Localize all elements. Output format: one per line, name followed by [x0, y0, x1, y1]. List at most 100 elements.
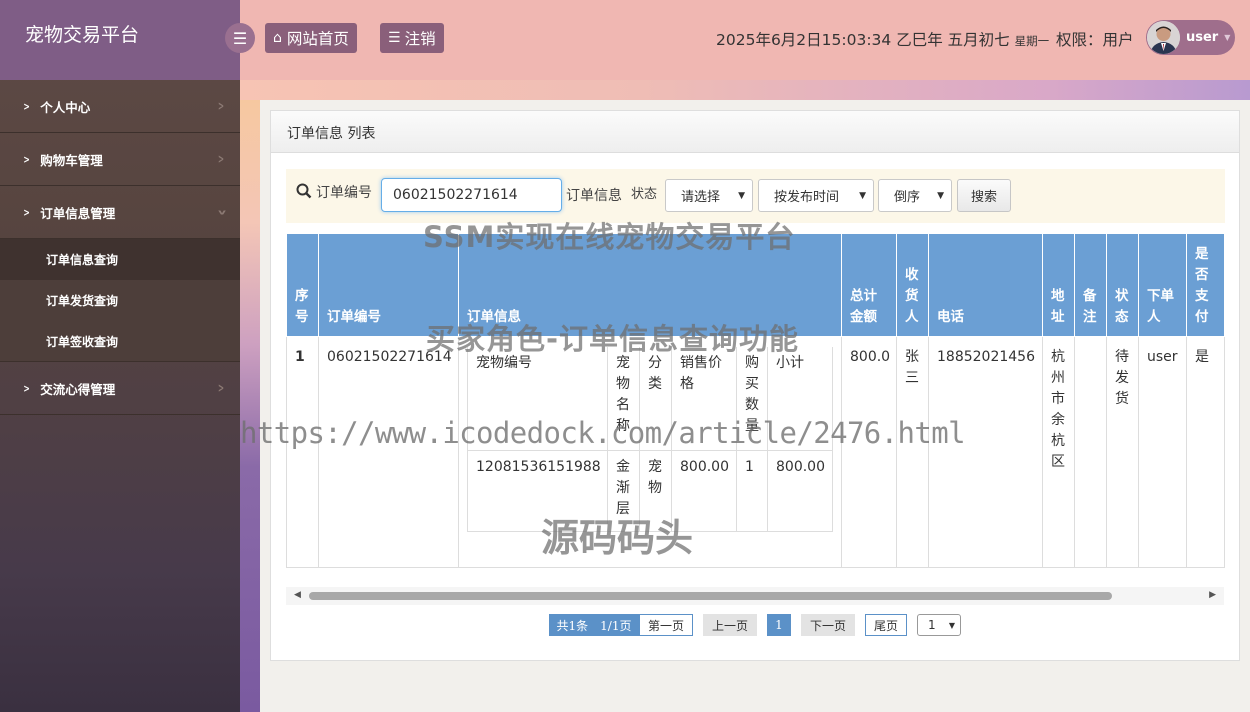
- cell-phone: 18852021456: [928, 336, 1043, 568]
- chevron-down-icon: ▼: [937, 190, 944, 201]
- scrollbar-thumb[interactable]: [309, 592, 1112, 600]
- order-direction-value: 倒序: [894, 190, 921, 205]
- col-header-order-no[interactable]: 订单编号: [318, 233, 459, 337]
- pager-first[interactable]: 第一页: [639, 614, 693, 636]
- chevron-right-icon: >: [23, 99, 30, 113]
- order-items-table: 宠物编号 宠物名称 分类 销售价格 购买数量 小计 12081536151988…: [467, 347, 833, 532]
- order-direction-select[interactable]: 倒序 ▼: [878, 179, 952, 212]
- col-header-total[interactable]: 总计金额: [841, 233, 897, 337]
- status-select-value: 请选择: [681, 190, 721, 205]
- cell-paid: 是: [1186, 336, 1225, 568]
- chevron-down-icon: ▼: [948, 620, 955, 630]
- items-header-pet-no: 宠物编号: [467, 347, 608, 451]
- sidebar-item-label: 交流心得管理: [40, 381, 116, 397]
- col-header-receiver[interactable]: 收货人: [896, 233, 929, 337]
- order-no-input[interactable]: [381, 178, 562, 212]
- table-header-row: 序号 订单编号 订单信息 总计金额 收货人 电话 地址 备注 状态 下单人 是否…: [286, 233, 1225, 337]
- order-table: 序号 订单编号 订单信息 总计金额 收货人 电话 地址 备注 状态 下单人 是否…: [286, 233, 1225, 568]
- pager-current[interactable]: 1: [767, 614, 791, 636]
- weekday-text: 星期一: [1014, 34, 1050, 48]
- chevron-down-icon: v: [218, 207, 226, 217]
- home-button[interactable]: ⌂ 网站首页: [265, 23, 357, 53]
- chevron-right-icon: >: [23, 152, 30, 166]
- item-subtotal: 800.00: [767, 449, 833, 532]
- menu-toggle-icon[interactable]: ☰: [225, 23, 255, 53]
- col-header-status[interactable]: 状态: [1106, 233, 1139, 337]
- pager-summary: 共1条 1/1页: [549, 614, 639, 636]
- page-select[interactable]: 1 ▼: [917, 614, 961, 636]
- cell-order-info: 宠物编号 宠物名称 分类 销售价格 购买数量 小计 12081536151988…: [458, 336, 842, 568]
- col-header-remark[interactable]: 备注: [1074, 233, 1107, 337]
- col-header-buyer[interactable]: 下单人: [1138, 233, 1187, 337]
- col-header-address[interactable]: 地址: [1042, 233, 1075, 337]
- chevron-right-icon: >: [23, 205, 30, 219]
- user-menu[interactable]: user ▼: [1146, 20, 1235, 55]
- chevron-right-icon: >: [217, 381, 224, 395]
- col-header-order-info[interactable]: 订单信息: [458, 233, 842, 337]
- items-row: 12081536151988 金渐层 宠物 800.00 1 800.00: [467, 449, 833, 532]
- status-label: 状态: [631, 187, 658, 202]
- sidebar-item-cart[interactable]: > 购物车管理 >: [0, 133, 240, 186]
- items-header-pet-name: 宠物名称: [607, 347, 640, 451]
- cell-total: 800.0: [841, 336, 897, 568]
- sidebar-item-label: 购物车管理: [40, 152, 103, 168]
- home-button-label: 网站首页: [286, 30, 349, 48]
- items-header-row: 宠物编号 宠物名称 分类 销售价格 购买数量 小计: [467, 347, 833, 451]
- col-header-paid[interactable]: 是否支付: [1186, 233, 1225, 337]
- chevron-right-icon: >: [217, 99, 224, 113]
- sort-select-value: 按发布时间: [774, 190, 840, 205]
- brand-title: 宠物交易平台: [0, 0, 240, 80]
- order-no-label: 订单编号: [316, 185, 372, 201]
- datetime-text: 2025年6月2日15:03:34 乙巳年 五月初七: [716, 31, 1010, 49]
- sidebar-item-experience[interactable]: > 交流心得管理 >: [0, 362, 240, 415]
- items-header-qty: 购买数量: [736, 347, 768, 451]
- pager-next[interactable]: 下一页: [801, 614, 855, 636]
- order-list-panel: 订单信息 列表 订单编号 订单信息 状态 请选择 ▼ 按发布时间 ▼ 倒序 ▼ …: [270, 110, 1240, 661]
- header-stripe: [240, 80, 1250, 100]
- items-header-price: 销售价格: [671, 347, 737, 451]
- chevron-down-icon: ▼: [738, 190, 745, 201]
- search-bar: 订单编号 订单信息 状态 请选择 ▼ 按发布时间 ▼ 倒序 ▼ 搜索: [286, 169, 1225, 223]
- cell-index: 1: [286, 336, 319, 568]
- role-display: 权限：用户: [1056, 31, 1134, 49]
- avatar: [1147, 21, 1180, 54]
- caret-down-icon: ▼: [1224, 33, 1231, 42]
- logout-button[interactable]: ☰ 注销: [380, 23, 444, 53]
- list-icon: ☰: [388, 30, 401, 46]
- items-header-category: 分类: [639, 347, 672, 451]
- col-header-index[interactable]: 序号: [286, 233, 319, 337]
- item-qty: 1: [736, 449, 768, 532]
- sidebar-item-orders[interactable]: > 订单信息管理 v: [0, 186, 240, 239]
- search-icon: [296, 183, 312, 203]
- item-pet-name: 金渐层: [607, 449, 640, 532]
- sidebar-item-label: 个人中心: [40, 99, 91, 115]
- horizontal-scrollbar[interactable]: ◀ ▶: [286, 587, 1224, 605]
- sidebar-item-label: 订单信息管理: [40, 205, 116, 221]
- chevron-right-icon: >: [217, 152, 224, 166]
- cell-status: 待发货: [1106, 336, 1139, 568]
- sidebar-subitem-receipt-query[interactable]: 订单签收查询: [0, 321, 240, 362]
- cell-remark: [1074, 336, 1107, 568]
- chevron-right-icon: >: [23, 381, 30, 395]
- home-icon: ⌂: [273, 30, 282, 46]
- item-price: 800.00: [671, 449, 737, 532]
- item-category: 宠物: [639, 449, 672, 532]
- sort-select[interactable]: 按发布时间 ▼: [758, 179, 874, 212]
- search-button[interactable]: 搜索: [957, 179, 1011, 212]
- cell-address: 杭州市余杭区: [1042, 336, 1075, 568]
- pager-prev[interactable]: 上一页: [703, 614, 757, 636]
- col-header-phone[interactable]: 电话: [928, 233, 1043, 337]
- cell-buyer: user: [1138, 336, 1187, 568]
- scroll-right-icon[interactable]: ▶: [1209, 590, 1216, 600]
- sidebar-subitem-order-query[interactable]: 订单信息查询: [0, 239, 240, 280]
- scroll-left-icon[interactable]: ◀: [294, 590, 301, 600]
- pager-last[interactable]: 尾页: [865, 614, 907, 636]
- status-select[interactable]: 请选择 ▼: [665, 179, 753, 212]
- cell-receiver: 张三: [896, 336, 929, 568]
- sidebar-subitem-shipping-query[interactable]: 订单发货查询: [0, 280, 240, 321]
- logout-button-label: 注销: [404, 30, 436, 48]
- sidebar-item-personal-center[interactable]: > 个人中心 >: [0, 80, 240, 133]
- chevron-down-icon: ▼: [859, 190, 866, 201]
- cell-order-no: 06021502271614: [318, 336, 459, 568]
- datetime-display: 2025年6月2日15:03:34 乙巳年 五月初七 星期一: [716, 28, 1049, 50]
